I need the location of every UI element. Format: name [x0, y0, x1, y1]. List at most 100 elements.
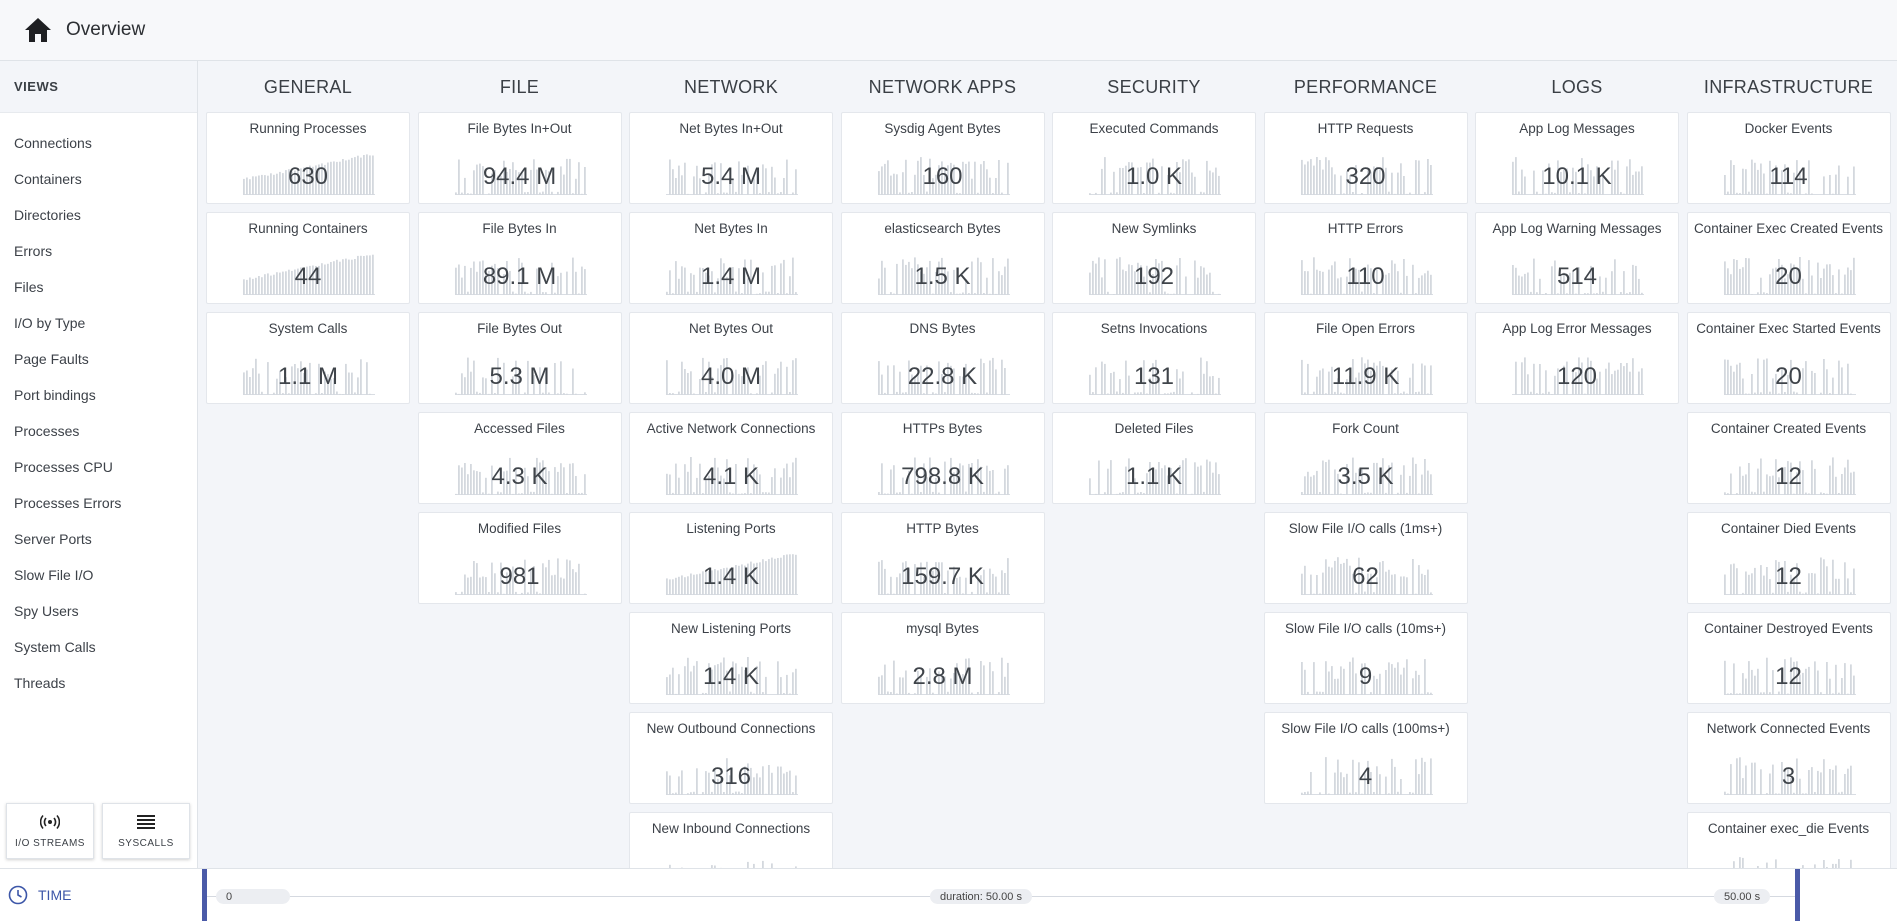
tile-deleted-files[interactable]: Deleted Files 1.1 K [1052, 412, 1256, 504]
time-start-handle[interactable] [202, 869, 207, 921]
sparkline-bar [1167, 293, 1169, 295]
tile-container-destroyed-events[interactable]: Container Destroyed Events 12 [1686, 612, 1891, 704]
sparkline-bar [1426, 393, 1429, 395]
sparkline-bar [544, 292, 547, 295]
tile-new-outbound-connections[interactable]: New Outbound Connections 316 [629, 712, 833, 804]
tile-slow-file-i-o-calls-100ms[interactable]: Slow File I/O calls (100ms+) 4 [1263, 712, 1468, 804]
sparkline-bar [994, 493, 997, 495]
sparkline-bar [1218, 293, 1220, 295]
tile-network-connected-events[interactable]: Network Connected Events 3 [1686, 712, 1891, 804]
tile-app-log-messages[interactable]: App Log Messages 10.1 K [1475, 112, 1679, 204]
sidebar-item-system-calls[interactable]: System Calls [0, 629, 197, 665]
tile-net-bytes-out[interactable]: Net Bytes Out 4.0 M [629, 312, 833, 404]
sparkline-bar [786, 293, 788, 295]
sidebar-item-containers[interactable]: Containers [0, 161, 197, 197]
sparkline-bar [687, 793, 689, 795]
home-icon[interactable] [24, 17, 52, 43]
tile-app-log-warning-messages[interactable]: App Log Warning Messages 514 [1475, 212, 1679, 304]
sparkline-bar [982, 491, 985, 495]
time-track[interactable]: 0 duration: 50.00 s 50.00 s [202, 869, 1800, 921]
tile-http-bytes[interactable]: HTTP Bytes 159.7 K [840, 512, 1045, 604]
sparkline-bar [1107, 291, 1109, 295]
column-network: NETWORK Net Bytes In+Out 5.4 M Net Bytes In… [629, 61, 833, 868]
sparkline-bar [970, 392, 973, 395]
tile-file-bytes-in-out[interactable]: File Bytes In+Out 94.4 M [417, 112, 622, 204]
sparkline-bar [1831, 693, 1834, 695]
sparkline-bar [1759, 692, 1762, 695]
sidebar-item-connections[interactable]: Connections [0, 125, 197, 161]
sidebar-item-port-bindings[interactable]: Port bindings [0, 377, 197, 413]
sparkline-bar [1536, 191, 1538, 195]
tile-container-created-events[interactable]: Container Created Events 12 [1686, 412, 1891, 504]
sidebar-item-slow-file-i-o[interactable]: Slow File I/O [0, 557, 197, 593]
tile-sysdig-agent-bytes[interactable]: Sysdig Agent Bytes 160 [840, 112, 1045, 204]
tile-slow-file-i-o-calls-10ms[interactable]: Slow File I/O calls (10ms+) 9 [1263, 612, 1468, 704]
sparkline-bar [777, 193, 779, 195]
sidebar-item-page-faults[interactable]: Page Faults [0, 341, 197, 377]
sidebar-item-threads[interactable]: Threads [0, 665, 197, 701]
sidebar-item-server-ports[interactable]: Server Ports [0, 521, 197, 557]
sparkline-bar [321, 393, 323, 395]
sparkline-bar [1384, 492, 1387, 495]
tile-accessed-files[interactable]: Accessed Files 4.3 K [417, 412, 622, 504]
tile-running-processes[interactable]: Running Processes 630 [206, 112, 410, 204]
tile-active-network-connections[interactable]: Active Network Connections 4.1 K [629, 412, 833, 504]
tile-mysql-bytes[interactable]: mysql Bytes 2.8 M [840, 612, 1045, 704]
tile-new-symlinks[interactable]: New Symlinks 192 [1052, 212, 1256, 304]
tile-http-errors[interactable]: HTTP Errors 110 [1263, 212, 1468, 304]
sparkline-bar [1623, 193, 1625, 195]
tile-docker-events[interactable]: Docker Events 114 [1686, 112, 1891, 204]
sparkline-bar [1116, 192, 1118, 195]
tile-file-bytes-in[interactable]: File Bytes In 89.1 M [417, 212, 622, 304]
tile-new-inbound-connections[interactable]: New Inbound Connections [629, 812, 833, 868]
tile-net-bytes-in-out[interactable]: Net Bytes In+Out 5.4 M [629, 112, 833, 204]
tile-https-bytes[interactable]: HTTPs Bytes 798.8 K [840, 412, 1045, 504]
sidebar-item-files[interactable]: Files [0, 269, 197, 305]
tile-dns-bytes[interactable]: DNS Bytes 22.8 K [840, 312, 1045, 404]
time-end-handle[interactable] [1795, 869, 1800, 921]
tile-slow-file-i-o-calls-1ms[interactable]: Slow File I/O calls (1ms+) 62 [1263, 512, 1468, 604]
tile-container-died-events[interactable]: Container Died Events 12 [1686, 512, 1891, 604]
time-toggle[interactable]: TIME [8, 885, 71, 905]
sidebar-item-processes[interactable]: Processes [0, 413, 197, 449]
sparkline-bar [1318, 792, 1321, 795]
tile-setns-invocations[interactable]: Setns Invocations 131 [1052, 312, 1256, 404]
sidebar-item-processes-errors[interactable]: Processes Errors [0, 485, 197, 521]
sparkline-bar [1786, 591, 1789, 595]
tile-new-listening-ports[interactable]: New Listening Ports 1.4 K [629, 612, 833, 704]
sparkline-bar [1089, 193, 1091, 195]
tile-fork-count[interactable]: Fork Count 3.5 K [1263, 412, 1468, 504]
tile-value: 320 [1345, 163, 1386, 190]
tile-running-containers[interactable]: Running Containers 44 [206, 212, 410, 304]
io-streams-button[interactable]: I/O STREAMS [6, 803, 94, 859]
tile-http-requests[interactable]: HTTP Requests 320 [1263, 112, 1468, 204]
sparkline-bar [1372, 293, 1375, 295]
sparkline-bar [1584, 193, 1586, 195]
tile-container-exec-created-events[interactable]: Container Exec Created Events 20 [1686, 212, 1891, 304]
tile-executed-commands[interactable]: Executed Commands 1.0 K [1052, 112, 1256, 204]
sparkline-bar [1399, 393, 1402, 395]
sparkline-bar [750, 691, 752, 695]
tile-file-open-errors[interactable]: File Open Errors 11.9 K [1263, 312, 1468, 404]
sparkline-bar [1792, 792, 1795, 795]
syscalls-button[interactable]: SYSCALLS [102, 803, 190, 859]
tile-modified-files[interactable]: Modified Files 981 [417, 512, 622, 604]
tile-net-bytes-in[interactable]: Net Bytes In 1.4 M [629, 212, 833, 304]
sidebar-item-spy-users[interactable]: Spy Users [0, 593, 197, 629]
sidebar-item-directories[interactable]: Directories [0, 197, 197, 233]
sidebar-item-processes-cpu[interactable]: Processes CPU [0, 449, 197, 485]
tile-elasticsearch-bytes[interactable]: elasticsearch Bytes 1.5 K [840, 212, 1045, 304]
sparkline-bar [1203, 192, 1205, 195]
sparkline-bar [1000, 192, 1003, 195]
tile-container-exec-die-events[interactable]: Container exec_die Events [1686, 812, 1891, 868]
tile-system-calls[interactable]: System Calls 1.1 M [206, 312, 410, 404]
tile-listening-ports[interactable]: Listening Ports 1.4 K [629, 512, 833, 604]
tile-app-log-error-messages[interactable]: App Log Error Messages 120 [1475, 312, 1679, 404]
sparkline-bar [475, 391, 478, 395]
tile-title: System Calls [268, 321, 348, 336]
sidebar-item-i-o-by-type[interactable]: I/O by Type [0, 305, 197, 341]
tile-file-bytes-out[interactable]: File Bytes Out 5.3 M [417, 312, 622, 404]
tile-container-exec-started-events[interactable]: Container Exec Started Events 20 [1686, 312, 1891, 404]
sparkline-bar [1396, 791, 1399, 795]
sidebar-item-errors[interactable]: Errors [0, 233, 197, 269]
